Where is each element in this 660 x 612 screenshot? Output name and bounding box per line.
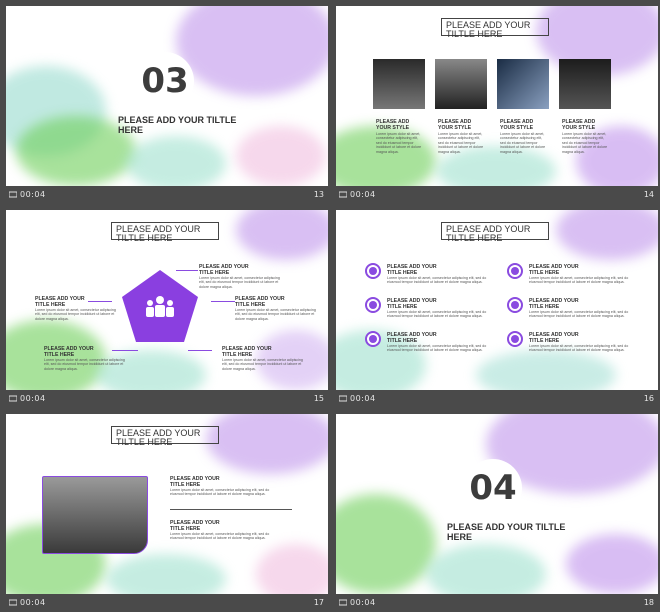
item-text: Lorem ipsum dolor sit amet, consectetur … (529, 344, 629, 353)
item-label: PLEASE ADD YOUR STYLE (376, 119, 410, 131)
item-text: Lorem ipsum dolor sit amet, consectetur … (529, 310, 629, 319)
slide-footer: 00:04 13 (6, 186, 328, 204)
item-text: Lorem ipsum dolor sit amet, consectetur … (376, 132, 422, 154)
team-photo (559, 59, 611, 109)
item-label: PLEASE ADD YOUR TITLE HERE (235, 296, 285, 308)
item-text: Lorem ipsum dolor sit amet, consectetur … (235, 308, 316, 321)
divider (170, 509, 292, 510)
item-label: PLEASE ADD YOUR TITLE HERE (170, 476, 220, 488)
slide-thumbnail-15[interactable]: PLEASE ADD YOUR TILTLE HERE PLEASE ADD Y… (6, 210, 328, 408)
item-text: Lorem ipsum dolor sit amet, consectetur … (562, 132, 608, 154)
item-label: PLEASE ADD YOUR STYLE (500, 119, 534, 131)
item-label: PLEASE ADD YOUR TITLE HERE (387, 332, 437, 344)
item-text: Lorem ipsum dolor sit amet, consectetur … (222, 358, 303, 371)
feature-icon (507, 263, 523, 279)
item-text: Lorem ipsum dolor sit amet, consectetur … (35, 308, 116, 321)
feature-icon (365, 297, 381, 313)
slide-footer: 00:04 18 (336, 594, 658, 612)
timer-icon (339, 599, 347, 606)
pentagon-graphic (122, 270, 198, 342)
timer-icon (9, 191, 17, 198)
section-number: 04 (464, 459, 522, 517)
slide-number: 15 (313, 394, 324, 403)
slide-number: 18 (643, 598, 654, 607)
slide-thumbnail-17[interactable]: PLEASE ADD YOUR TILTLE HERE PLEASE ADD Y… (6, 414, 328, 612)
timer-icon (9, 395, 17, 402)
arrow (176, 270, 198, 271)
slide-14: PLEASE ADD YOUR TILTLE HERE PLEASE ADD Y… (336, 6, 658, 186)
item-text: Lorem ipsum dolor sit amet, consectetur … (387, 276, 487, 285)
slide-number: 14 (643, 190, 654, 199)
item-label: PLEASE ADD YOUR STYLE (438, 119, 472, 131)
slide-thumbnail-18[interactable]: 04 PLEASE ADD YOUR TILTLE HERE 00:04 18 (336, 414, 658, 612)
item-label: PLEASE ADD YOUR STYLE (562, 119, 596, 131)
team-photo (435, 59, 487, 109)
slide-title: PLEASE ADD YOUR TILTLE HERE (441, 222, 549, 243)
arrow (188, 350, 212, 351)
slide-time: 00:04 (20, 190, 46, 199)
slide-title: PLEASE ADD YOUR TILTLE HERE (111, 426, 219, 447)
timer-icon (9, 599, 17, 606)
slide-number: 13 (313, 190, 324, 199)
slide-footer: 00:04 14 (336, 186, 658, 204)
team-photo (497, 59, 549, 109)
item-text: Lorem ipsum dolor sit amet, consectetur … (170, 532, 270, 541)
item-text: Lorem ipsum dolor sit amet, consectetur … (199, 276, 280, 289)
team-photo (373, 59, 425, 109)
slide-18: 04 PLEASE ADD YOUR TILTLE HERE (336, 414, 658, 594)
item-label: PLEASE ADD YOUR TITLE HERE (387, 264, 437, 276)
item-label: PLEASE ADD YOUR TITLE HERE (170, 520, 220, 532)
slide-footer: 00:04 15 (6, 390, 328, 408)
item-text: Lorem ipsum dolor sit amet, consectetur … (387, 310, 487, 319)
slide-title: PLEASE ADD YOUR TILTLE HERE (447, 522, 566, 542)
item-label: PLEASE ADD YOUR TITLE HERE (199, 264, 249, 276)
item-text: Lorem ipsum dolor sit amet, consectetur … (170, 488, 270, 497)
timer-icon (339, 395, 347, 402)
slide-15: PLEASE ADD YOUR TILTLE HERE PLEASE ADD Y… (6, 210, 328, 390)
slide-time: 00:04 (350, 394, 376, 403)
item-label: PLEASE ADD YOUR TITLE HERE (387, 298, 437, 310)
slide-time: 00:04 (20, 394, 46, 403)
slide-13: 03 PLEASE ADD YOUR TILTLE HERE (6, 6, 328, 186)
slide-thumbnail-13[interactable]: 03 PLEASE ADD YOUR TILTLE HERE 00:04 13 (6, 6, 328, 204)
timer-icon (339, 191, 347, 198)
slide-footer: 00:04 16 (336, 390, 658, 408)
slide-17: PLEASE ADD YOUR TILTLE HERE PLEASE ADD Y… (6, 414, 328, 594)
item-text: Lorem ipsum dolor sit amet, consectetur … (438, 132, 484, 154)
slide-time: 00:04 (350, 598, 376, 607)
section-number: 03 (136, 52, 194, 110)
item-label: PLEASE ADD YOUR TITLE HERE (529, 298, 579, 310)
item-label: PLEASE ADD YOUR TITLE HERE (529, 264, 579, 276)
slide-thumbnail-14[interactable]: PLEASE ADD YOUR TILTLE HERE PLEASE ADD Y… (336, 6, 658, 204)
arrow (112, 350, 138, 351)
item-label: PLEASE ADD YOUR TITLE HERE (222, 346, 272, 358)
slide-thumbnail-16[interactable]: PLEASE ADD YOUR TILTLE HERE PLEASE ADD Y… (336, 210, 658, 408)
slide-footer: 00:04 17 (6, 594, 328, 612)
item-label: PLEASE ADD YOUR TITLE HERE (529, 332, 579, 344)
feature-icon (507, 297, 523, 313)
item-text: Lorem ipsum dolor sit amet, consectetur … (500, 132, 546, 154)
slide-time: 00:04 (350, 190, 376, 199)
arrow (211, 301, 235, 302)
slide-title: PLEASE ADD YOUR TILTLE HERE (118, 115, 237, 135)
slide-number: 17 (313, 598, 324, 607)
slide-title: PLEASE ADD YOUR TILTLE HERE (441, 18, 549, 39)
slide-title: PLEASE ADD YOUR TILTLE HERE (111, 222, 219, 243)
item-text: Lorem ipsum dolor sit amet, consectetur … (529, 276, 629, 285)
feature-icon (365, 331, 381, 347)
item-label: PLEASE ADD YOUR TITLE HERE (35, 296, 85, 308)
item-text: Lorem ipsum dolor sit amet, consectetur … (44, 358, 125, 371)
feature-icon (507, 331, 523, 347)
feature-icon (365, 263, 381, 279)
slide-16: PLEASE ADD YOUR TILTLE HERE PLEASE ADD Y… (336, 210, 658, 390)
featured-photo (42, 476, 148, 554)
slide-number: 16 (643, 394, 654, 403)
item-text: Lorem ipsum dolor sit amet, consectetur … (387, 344, 487, 353)
slide-time: 00:04 (20, 598, 46, 607)
item-label: PLEASE ADD YOUR TITLE HERE (44, 346, 94, 358)
